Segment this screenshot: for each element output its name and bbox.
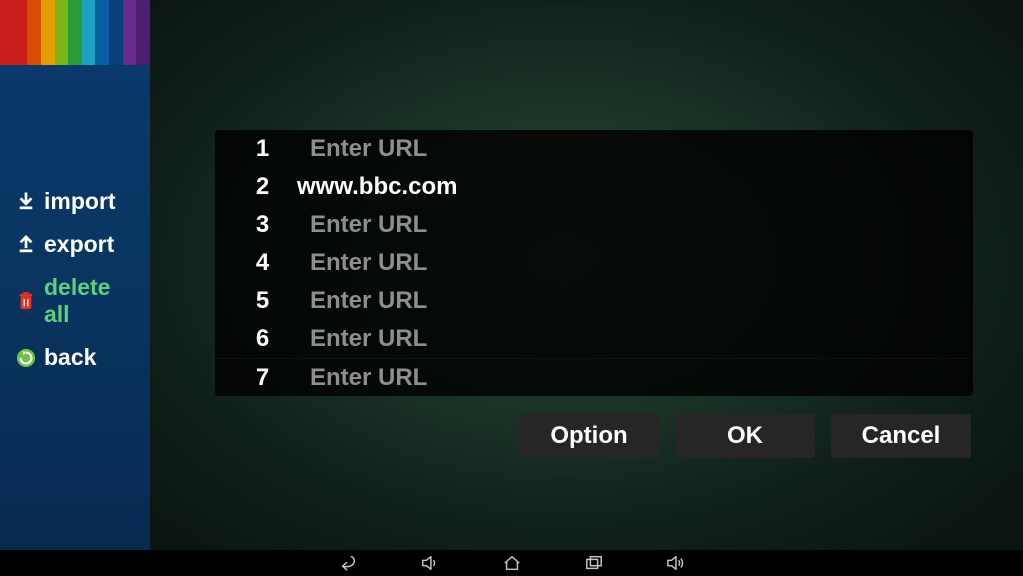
button-row: Option OK Cancel: [215, 414, 973, 458]
sidebar-item-label: import: [44, 188, 116, 215]
url-row[interactable]: 6 Enter URL: [215, 320, 973, 358]
row-value: Enter URL: [290, 211, 427, 239]
url-row[interactable]: 7 Enter URL: [215, 358, 973, 396]
nav-volume-down-icon[interactable]: [419, 553, 441, 573]
sidebar-item-back[interactable]: back: [0, 336, 150, 379]
url-row[interactable]: 1 Enter URL: [215, 130, 973, 168]
nav-recent-icon[interactable]: [583, 553, 605, 573]
row-number: 4: [235, 249, 290, 277]
android-nav-bar: [0, 550, 1023, 576]
url-row[interactable]: 2 www.bbc.com: [215, 168, 973, 206]
sidebar-item-label: delete all: [44, 274, 136, 328]
option-button[interactable]: Option: [519, 414, 659, 458]
row-value: Enter URL: [290, 364, 427, 392]
sidebar-item-import[interactable]: import: [0, 180, 150, 223]
row-value: Enter URL: [290, 287, 427, 315]
row-number: 5: [235, 287, 290, 315]
cancel-button[interactable]: Cancel: [831, 414, 971, 458]
screen: import export: [0, 0, 1023, 576]
sidebar-item-delete-all[interactable]: delete all: [0, 266, 150, 336]
url-row[interactable]: 4 Enter URL: [215, 244, 973, 282]
row-value: Enter URL: [290, 325, 427, 353]
row-value: Enter URL: [290, 135, 427, 163]
row-number: 1: [235, 135, 290, 163]
ok-button[interactable]: OK: [675, 414, 815, 458]
sidebar: import export: [0, 0, 150, 550]
logo-stripes: [0, 0, 150, 65]
nav-volume-up-icon[interactable]: [665, 553, 687, 573]
back-icon: [16, 347, 36, 369]
row-number: 7: [235, 364, 290, 392]
url-list: 1 Enter URL 2 www.bbc.com 3 Enter URL 4 …: [215, 130, 973, 396]
url-row[interactable]: 5 Enter URL: [215, 282, 973, 320]
row-number: 6: [235, 325, 290, 353]
main-content: 1 Enter URL 2 www.bbc.com 3 Enter URL 4 …: [150, 0, 1023, 550]
sidebar-item-label: back: [44, 344, 96, 371]
sidebar-menu: import export: [0, 180, 150, 379]
upload-icon: [16, 234, 36, 256]
sidebar-item-label: export: [44, 231, 114, 258]
row-value: www.bbc.com: [290, 173, 457, 201]
row-value: Enter URL: [290, 249, 427, 277]
nav-back-icon[interactable]: [337, 553, 359, 573]
nav-home-icon[interactable]: [501, 553, 523, 573]
row-number: 3: [235, 211, 290, 239]
row-number: 2: [235, 173, 290, 201]
trash-icon: [16, 290, 36, 312]
sidebar-item-export[interactable]: export: [0, 223, 150, 266]
download-icon: [16, 191, 36, 213]
url-row[interactable]: 3 Enter URL: [215, 206, 973, 244]
